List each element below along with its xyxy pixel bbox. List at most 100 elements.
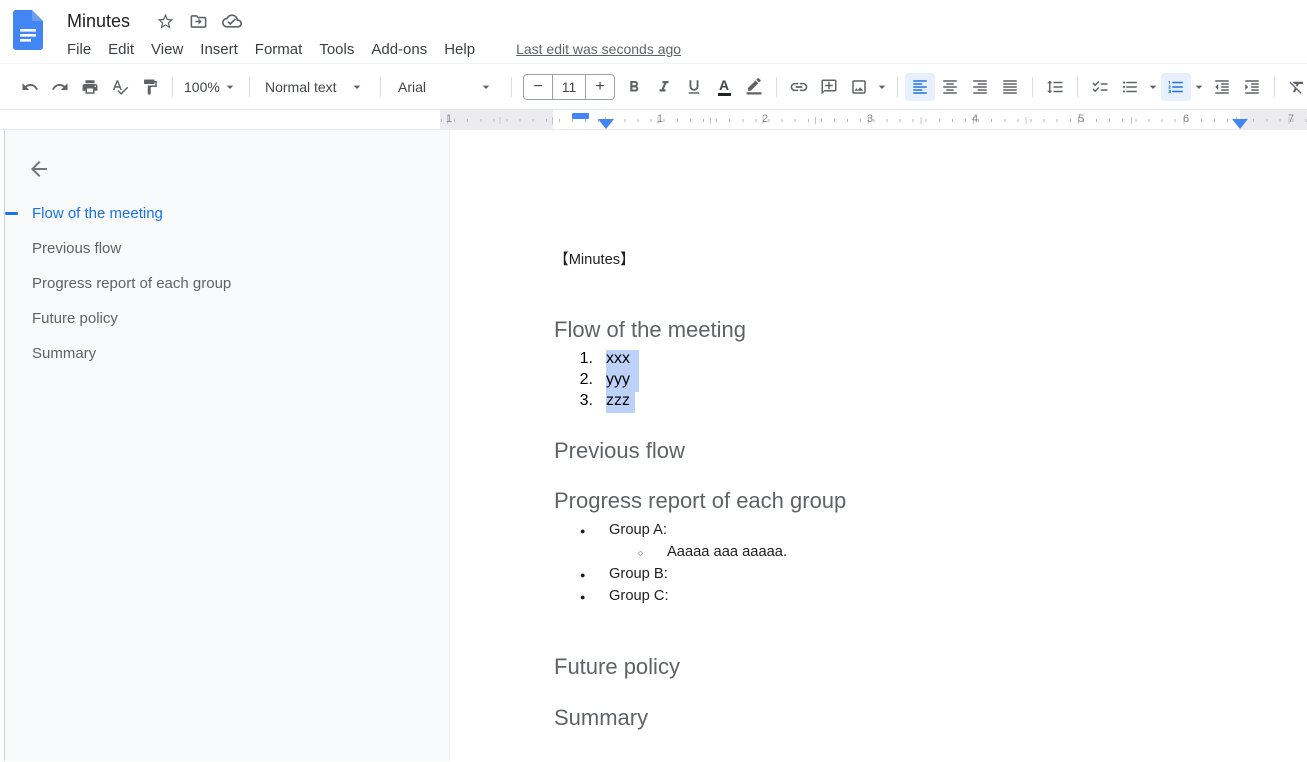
list-item[interactable]: ○ Aaaaa aaa aaaaa. [638,542,1307,564]
outline-panel: Flow of the meeting Previous flow Progre… [5,130,450,761]
bold-icon[interactable] [619,73,649,101]
ruler-number: 6 [1180,113,1192,125]
add-comment-icon[interactable] [814,73,844,101]
menu-tools[interactable]: Tools [319,41,354,58]
bullet-text[interactable]: Group C: [609,586,669,607]
doc-intro-line[interactable]: 【Minutes】 [554,250,1307,271]
menu-help[interactable]: Help [444,41,475,58]
text-color-icon[interactable]: A [709,73,739,101]
selected-text[interactable]: xxx [606,350,639,371]
paint-format-icon[interactable] [135,73,165,101]
highlight-color-icon[interactable] [739,73,769,101]
doc-heading-future[interactable]: Future policy [554,653,1307,681]
list-item[interactable]: ● Group A: [580,520,1307,542]
doc-heading-summary[interactable]: Summary [554,704,1307,732]
align-center-icon[interactable] [935,73,965,101]
toolbar-separator [1077,77,1078,97]
bulleted-list-icon[interactable] [1115,73,1145,101]
redo-icon[interactable] [45,73,75,101]
insert-link-icon[interactable] [784,73,814,101]
chevron-down-icon [1191,79,1207,95]
numbered-list-dropdown[interactable] [1191,73,1207,101]
font-family-select[interactable]: Arial [390,73,502,101]
align-left-icon[interactable] [905,73,935,101]
move-to-folder-icon[interactable] [189,12,208,31]
numbered-list-icon[interactable] [1161,73,1191,101]
menu-format[interactable]: Format [255,41,303,58]
increase-indent-icon[interactable] [1237,73,1267,101]
toolbar-separator [1032,77,1033,97]
bullet-dot-icon: ● [580,587,596,608]
print-icon[interactable] [75,73,105,101]
menu-file[interactable]: File [67,41,91,58]
list-item[interactable]: 1. xxx [578,350,1307,371]
google-docs-logo-icon[interactable] [13,10,43,50]
zoom-value: 100% [184,79,220,95]
close-outline-button[interactable] [21,151,57,187]
list-item[interactable]: ● Group C: [580,586,1307,608]
toolbar-separator [249,77,250,97]
list-item[interactable]: 3. zzz [578,392,1307,413]
bullet-text[interactable]: Group A: [609,520,667,541]
undo-icon[interactable] [15,73,45,101]
chevron-down-icon [478,79,494,95]
selected-text[interactable]: yyy [606,371,639,392]
bullet-text[interactable]: Aaaaa aaa aaaaa. [667,542,787,563]
last-edit-link[interactable]: Last edit was seconds ago [516,41,681,57]
font-size-input[interactable]: 11 [552,74,586,100]
first-line-indent-marker[interactable] [572,113,589,119]
star-icon[interactable] [156,12,175,31]
menu-insert[interactable]: Insert [200,41,238,58]
doc-heading-progress[interactable]: Progress report of each group [554,487,1307,515]
bullet-list: ● Group A: ○ Aaaaa aaa aaaaa. ● Group B:… [554,520,1307,608]
document-page[interactable]: 【Minutes】 Flow of the meeting 1. xxx 2. … [450,130,1307,761]
zoom-select[interactable]: 100% [180,73,242,101]
toolbar: 100% Normal text Arial − 11 + A [0,64,1307,110]
outline-item-flow-of-the-meeting[interactable]: Flow of the meeting [5,196,449,231]
ruler-number: 1 [443,113,455,125]
menu-edit[interactable]: Edit [108,41,134,58]
checklist-icon[interactable] [1085,73,1115,101]
line-spacing-icon[interactable] [1040,73,1070,101]
bullet-dot-icon: ● [580,565,596,586]
ruler-number: 1 [654,113,666,125]
toolbar-separator [897,77,898,97]
bullet-text[interactable]: Group B: [609,564,668,585]
outline-item-progress-report[interactable]: Progress report of each group [5,266,449,301]
clear-formatting-icon[interactable] [1282,73,1307,101]
list-number: 3. [578,392,593,413]
horizontal-ruler[interactable]: 1 1 2 3 4 5 6 7 [0,110,1307,130]
toolbar-separator [172,77,173,97]
list-item[interactable]: 2. yyy [578,371,1307,392]
doc-heading-flow[interactable]: Flow of the meeting [554,316,1307,344]
doc-heading-previous[interactable]: Previous flow [554,437,1307,465]
underline-icon[interactable] [679,73,709,101]
spell-check-icon[interactable] [105,73,135,101]
outline-item-previous-flow[interactable]: Previous flow [5,231,449,266]
outline-item-summary[interactable]: Summary [5,336,449,371]
arrow-back-icon [27,157,51,181]
menu-addons[interactable]: Add-ons [371,41,427,58]
selected-text[interactable]: zzz [606,392,635,413]
list-item[interactable]: ● Group B: [580,564,1307,586]
insert-image-icon[interactable] [844,73,874,101]
decrease-font-size-button[interactable]: − [524,74,552,100]
document-title[interactable]: Minutes [67,11,130,32]
right-indent-marker[interactable] [1232,119,1248,129]
outline-item-future-policy[interactable]: Future policy [5,301,449,336]
chevron-down-icon [222,79,238,95]
paragraph-style-select[interactable]: Normal text [259,73,371,101]
italic-icon[interactable] [649,73,679,101]
align-right-icon[interactable] [965,73,995,101]
align-justify-icon[interactable] [995,73,1025,101]
toolbar-separator [380,77,381,97]
increase-font-size-button[interactable]: + [586,74,614,100]
bulleted-list-dropdown[interactable] [1145,73,1161,101]
toolbar-separator [511,77,512,97]
left-indent-marker[interactable] [598,119,614,129]
insert-image-dropdown[interactable] [874,73,890,101]
decrease-indent-icon[interactable] [1207,73,1237,101]
cloud-saved-icon[interactable] [222,11,242,31]
current-text-color-swatch [718,93,731,96]
menu-view[interactable]: View [151,41,183,58]
